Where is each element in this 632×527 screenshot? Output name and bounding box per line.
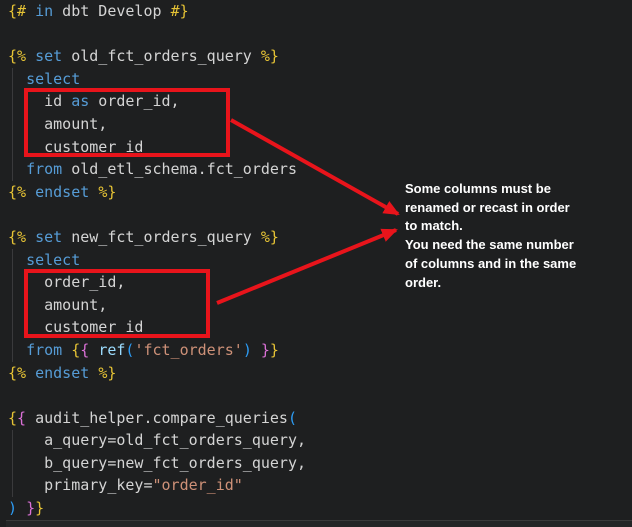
code-token: customer_id [8, 318, 143, 336]
code-token: old_fct_orders_query [62, 47, 261, 65]
code-token [17, 499, 26, 517]
code-token: {# [8, 2, 26, 20]
code-line[interactable] [8, 384, 632, 407]
code-token [8, 160, 26, 178]
code-token: set [35, 228, 62, 246]
code-token: { [17, 409, 26, 427]
code-token: select [26, 70, 80, 88]
code-line[interactable]: customer_id [8, 316, 632, 339]
code-token: ) [243, 341, 252, 359]
code-token: { [71, 341, 80, 359]
code-line[interactable]: a_query=old_fct_orders_query, [8, 429, 632, 452]
code-line[interactable]: {% endset %} [8, 362, 632, 385]
code-line[interactable]: primary_key="order_id" [8, 474, 632, 497]
code-token: as [71, 92, 89, 110]
code-editor-window: {# in dbt Develop #} {% set old_fct_order… [0, 0, 632, 527]
code-token: customer_id [8, 138, 143, 156]
code-token [252, 341, 261, 359]
code-token: dbt Develop [53, 2, 170, 20]
code-token: } [26, 499, 35, 517]
code-token: 'fct_orders' [134, 341, 242, 359]
code-token: endset [35, 364, 89, 382]
code-token: in [35, 2, 53, 20]
code-token [62, 341, 71, 359]
code-token: %} [98, 183, 116, 201]
horizontal-scrollbar[interactable] [6, 520, 632, 527]
code-token: { [80, 341, 89, 359]
code-token: { [8, 409, 17, 427]
indent-guide [12, 430, 13, 497]
code-token [8, 251, 26, 269]
code-token: audit_helper.compare_queries [26, 409, 288, 427]
code-token [26, 2, 35, 20]
code-token: endset [35, 183, 89, 201]
code-line[interactable]: from {{ ref('fct_orders') }} [8, 339, 632, 362]
annotation-text: Some columns must be renamed or recast i… [405, 180, 627, 292]
code-line[interactable]: id as order_id, [8, 90, 632, 113]
code-line[interactable]: {% set old_fct_orders_query %} [8, 45, 632, 68]
code-line[interactable] [8, 23, 632, 46]
code-token: old_etl_schema.fct_orders [62, 160, 297, 178]
code-token: primary_key= [8, 476, 153, 494]
code-line[interactable]: amount, [8, 113, 632, 136]
code-line[interactable]: amount, [8, 294, 632, 317]
annotation-line: renamed or recast in order [405, 199, 627, 218]
code-token: } [261, 341, 270, 359]
code-token: new_fct_orders_query [62, 228, 261, 246]
code-token: "order_id" [153, 476, 243, 494]
code-token [89, 183, 98, 201]
code-line[interactable]: select [8, 68, 632, 91]
code-line[interactable]: b_query=new_fct_orders_query, [8, 452, 632, 475]
code-line[interactable]: {# in dbt Develop #} [8, 0, 632, 23]
code-token: order_id, [8, 273, 125, 291]
code-token [26, 47, 35, 65]
code-token: {% [8, 364, 26, 382]
annotation-line: order. [405, 274, 627, 293]
code-token: %} [98, 364, 116, 382]
code-token: ( [288, 409, 297, 427]
code-token: amount, [8, 296, 107, 314]
code-token [89, 364, 98, 382]
code-line[interactable]: ) }} [8, 497, 632, 520]
code-token: amount, [8, 115, 107, 133]
code-token: {% [8, 183, 26, 201]
code-token: ) [8, 499, 17, 517]
code-token: ref [98, 341, 125, 359]
code-token [8, 70, 26, 88]
code-token: } [270, 341, 279, 359]
code-token: b_query=new_fct_orders_query, [8, 454, 306, 472]
code-token [8, 341, 26, 359]
code-token: id [8, 92, 71, 110]
code-line[interactable]: {{ audit_helper.compare_queries( [8, 407, 632, 430]
code-token: } [35, 499, 44, 517]
code-token [26, 364, 35, 382]
code-token: {% [8, 47, 26, 65]
code-token: a_query=old_fct_orders_query, [8, 431, 306, 449]
code-token: %} [261, 228, 279, 246]
code-token: from [26, 341, 62, 359]
code-line[interactable]: customer_id [8, 136, 632, 159]
indent-guide [12, 249, 13, 362]
code-line[interactable]: from old_etl_schema.fct_orders [8, 158, 632, 181]
code-token [89, 341, 98, 359]
annotation-line: to match. [405, 217, 627, 236]
code-token: #} [171, 2, 189, 20]
code-token: order_id, [89, 92, 179, 110]
annotation-line: of columns and in the same [405, 255, 627, 274]
code-token [26, 183, 35, 201]
code-token: from [26, 160, 62, 178]
annotation-line: Some columns must be [405, 180, 627, 199]
code-token: %} [261, 47, 279, 65]
code-token: select [26, 251, 80, 269]
code-token: set [35, 47, 62, 65]
annotation-line: You need the same number [405, 236, 627, 255]
code-token [26, 228, 35, 246]
indent-guide [12, 68, 13, 181]
code-token: {% [8, 228, 26, 246]
